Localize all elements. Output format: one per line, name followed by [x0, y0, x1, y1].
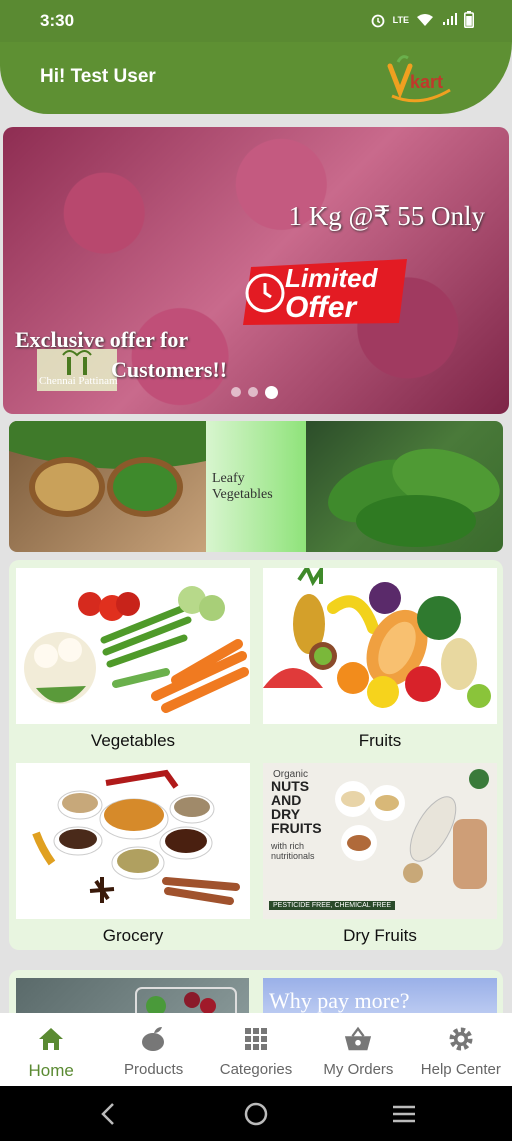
alarm-icon	[371, 14, 385, 27]
nav-label-help-center: Help Center	[420, 1061, 501, 1078]
category-tile-dry-fruits[interactable]: Organic NUTS AND DRY FRUITS with rich nu…	[263, 763, 497, 949]
category-label-vegetables: Vegetables	[90, 731, 176, 750]
gear-icon	[447, 1025, 475, 1053]
offer-line1: Limited	[285, 263, 379, 293]
vegetables-image	[16, 568, 250, 724]
category-label-fruits: Fruits	[358, 731, 402, 750]
seeds-image	[9, 421, 206, 552]
system-nav-bar	[0, 1086, 512, 1141]
nav-label-home: Home	[28, 1061, 74, 1080]
nav-products[interactable]: Products	[102, 1013, 204, 1086]
category-tile-vegetables[interactable]: Vegetables	[16, 568, 250, 754]
carousel-dot-2[interactable]	[248, 387, 258, 397]
nav-my-orders[interactable]: My Orders	[307, 1013, 409, 1086]
banner-line2: Customers!!	[111, 357, 228, 382]
app-header: Hi! Test User kart	[0, 42, 512, 114]
category-label-grocery: Grocery	[102, 926, 164, 945]
nav-label-categories: Categories	[219, 1061, 293, 1078]
status-icons: LTE	[370, 11, 474, 28]
grid-icon	[242, 1025, 270, 1053]
vkart-logo[interactable]: kart	[386, 52, 454, 104]
home-button-icon[interactable]	[244, 1102, 268, 1126]
nav-label-my-orders: My Orders	[323, 1061, 394, 1078]
category-label-dry-fruits: Dry Fruits	[343, 926, 417, 945]
back-icon[interactable]	[98, 1102, 118, 1126]
products-icon	[140, 1025, 168, 1053]
offer-line2: Offer	[285, 291, 358, 324]
battery-icon	[464, 11, 474, 28]
bottom-nav: Home Products Categories My Orders Help …	[0, 1013, 512, 1086]
dry-fruits-footer: PESTICIDE FREE, CHEMICAL FREE	[269, 901, 395, 910]
home-icon	[37, 1025, 65, 1053]
dry-fruits-image: Organic NUTS AND DRY FRUITS with rich nu…	[263, 763, 497, 919]
nav-categories[interactable]: Categories	[205, 1013, 307, 1086]
signal-icon	[443, 12, 457, 25]
carousel-dot-1[interactable]	[231, 387, 241, 397]
banner-logo-text: Chennai Pattinam	[39, 375, 118, 387]
promo-banner-carousel[interactable]: 1 Kg @₹ 55 Only Limited Offer Exclusive …	[3, 127, 509, 414]
lte-icon: LTE	[392, 14, 409, 25]
carousel-indicator[interactable]	[231, 386, 278, 399]
status-bar: 3:30 LTE	[0, 0, 512, 42]
category-tile-grocery[interactable]: Grocery	[16, 763, 250, 949]
nav-home[interactable]: Home	[0, 1013, 102, 1086]
promo-text: Why pay more?	[269, 988, 410, 1013]
svg-text:kart: kart	[410, 72, 443, 92]
category-grid: Vegetables Fruits Grocery Organic NUTS A…	[9, 560, 503, 950]
basket-icon	[344, 1025, 372, 1053]
carousel-dot-3[interactable]	[265, 386, 278, 399]
category-tile-fruits[interactable]: Fruits	[263, 568, 497, 754]
limited-offer-badge: Limited Offer	[243, 259, 407, 325]
nav-help-center[interactable]: Help Center	[410, 1013, 512, 1086]
grocery-image	[16, 763, 250, 919]
recents-icon[interactable]	[392, 1104, 416, 1124]
wifi-icon	[417, 13, 433, 26]
status-time: 3:30	[40, 11, 75, 30]
leafy-vegetables-banner[interactable]: Leafy Vegetables	[9, 421, 503, 552]
fruits-image	[263, 568, 497, 724]
banner-price-text: 1 Kg @₹ 55 Only	[288, 201, 485, 231]
leafy-vegetables-label: Leafy Vegetables	[212, 471, 273, 502]
leafy-label-panel: Leafy Vegetables	[206, 421, 306, 552]
spinach-image	[306, 421, 503, 552]
nav-label-products: Products	[124, 1061, 184, 1078]
greeting-text: Hi! Test User	[40, 66, 156, 87]
